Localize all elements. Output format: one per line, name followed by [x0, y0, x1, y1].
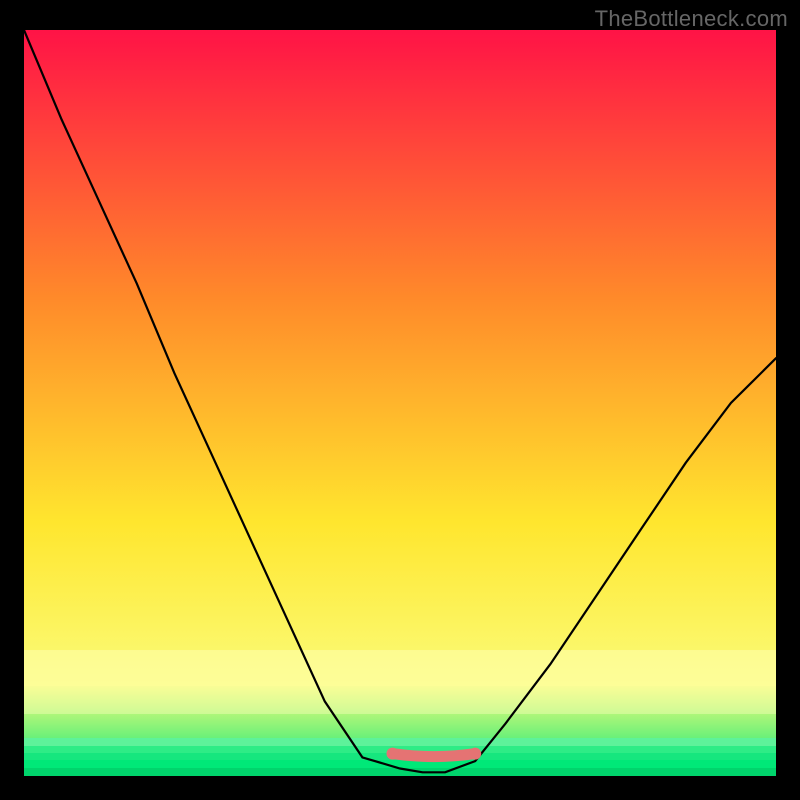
band-pale-1 — [24, 650, 776, 686]
band-green-4 — [24, 760, 776, 768]
band-green-1 — [24, 738, 776, 746]
chart-svg — [24, 30, 776, 776]
watermark-text: TheBottleneck.com — [595, 6, 788, 32]
chart-frame: TheBottleneck.com — [0, 0, 800, 800]
curve-flat-highlight — [393, 754, 476, 757]
highlight-endpoint-right — [469, 748, 481, 760]
band-pale-2 — [24, 686, 776, 714]
highlight-endpoint-left — [387, 748, 399, 760]
chart-plot-area — [24, 30, 776, 776]
